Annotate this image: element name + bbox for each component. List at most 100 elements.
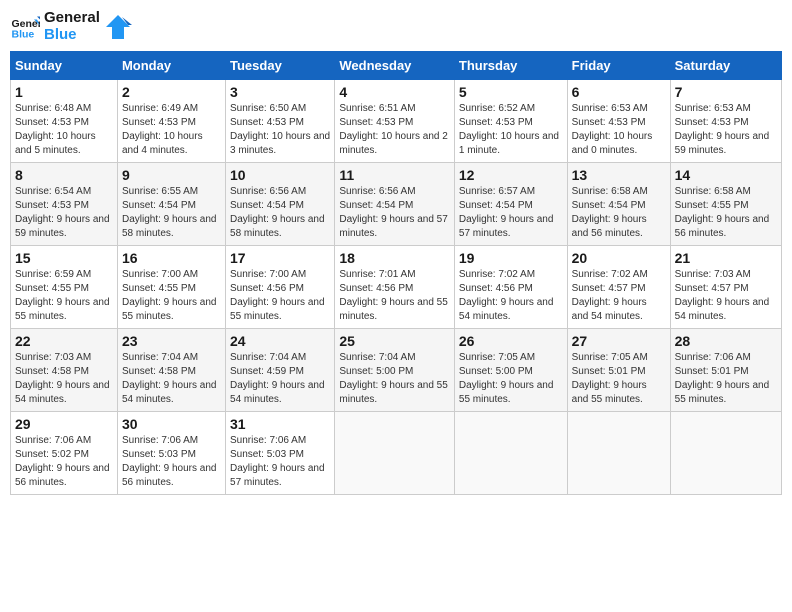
day-number: 15 xyxy=(15,250,113,266)
day-number: 28 xyxy=(675,333,777,349)
day-info: Sunrise: 7:06 AM Sunset: 5:02 PM Dayligh… xyxy=(15,434,113,490)
day-number: 3 xyxy=(230,84,330,100)
day-number: 24 xyxy=(230,333,330,349)
svg-text:Blue: Blue xyxy=(12,28,35,40)
day-number: 29 xyxy=(15,416,113,432)
day-number: 5 xyxy=(459,84,563,100)
day-info: Sunrise: 7:00 AM Sunset: 4:55 PM Dayligh… xyxy=(122,268,221,324)
calendar-body: 1 Sunrise: 6:48 AM Sunset: 4:53 PM Dayli… xyxy=(11,80,782,495)
day-number: 16 xyxy=(122,250,221,266)
day-cell: 5 Sunrise: 6:52 AM Sunset: 4:53 PM Dayli… xyxy=(454,80,567,163)
day-cell: 18 Sunrise: 7:01 AM Sunset: 4:56 PM Dayl… xyxy=(335,246,455,329)
day-number: 8 xyxy=(15,167,113,183)
day-cell xyxy=(454,412,567,495)
day-number: 12 xyxy=(459,167,563,183)
day-info: Sunrise: 6:51 AM Sunset: 4:53 PM Dayligh… xyxy=(339,102,450,158)
day-info: Sunrise: 6:52 AM Sunset: 4:53 PM Dayligh… xyxy=(459,102,563,158)
day-info: Sunrise: 7:06 AM Sunset: 5:03 PM Dayligh… xyxy=(230,434,330,490)
week-row-1: 1 Sunrise: 6:48 AM Sunset: 4:53 PM Dayli… xyxy=(11,80,782,163)
week-row-3: 15 Sunrise: 6:59 AM Sunset: 4:55 PM Dayl… xyxy=(11,246,782,329)
day-info: Sunrise: 7:06 AM Sunset: 5:01 PM Dayligh… xyxy=(675,351,777,407)
day-cell: 21 Sunrise: 7:03 AM Sunset: 4:57 PM Dayl… xyxy=(670,246,781,329)
day-info: Sunrise: 6:53 AM Sunset: 4:53 PM Dayligh… xyxy=(675,102,777,158)
day-number: 20 xyxy=(572,250,666,266)
day-cell: 30 Sunrise: 7:06 AM Sunset: 5:03 PM Dayl… xyxy=(117,412,225,495)
day-cell: 12 Sunrise: 6:57 AM Sunset: 4:54 PM Dayl… xyxy=(454,163,567,246)
day-info: Sunrise: 6:56 AM Sunset: 4:54 PM Dayligh… xyxy=(339,185,450,241)
day-info: Sunrise: 7:04 AM Sunset: 4:58 PM Dayligh… xyxy=(122,351,221,407)
day-number: 25 xyxy=(339,333,450,349)
day-number: 26 xyxy=(459,333,563,349)
day-cell: 28 Sunrise: 7:06 AM Sunset: 5:01 PM Dayl… xyxy=(670,329,781,412)
weekday-header-row: SundayMondayTuesdayWednesdayThursdayFrid… xyxy=(11,52,782,80)
day-info: Sunrise: 7:04 AM Sunset: 5:00 PM Dayligh… xyxy=(339,351,450,407)
logo-arrow-icon xyxy=(104,13,132,41)
day-number: 9 xyxy=(122,167,221,183)
day-number: 14 xyxy=(675,167,777,183)
logo-blue: Blue xyxy=(44,27,100,44)
day-info: Sunrise: 6:58 AM Sunset: 4:55 PM Dayligh… xyxy=(675,185,777,241)
day-info: Sunrise: 7:03 AM Sunset: 4:58 PM Dayligh… xyxy=(15,351,113,407)
day-cell: 13 Sunrise: 6:58 AM Sunset: 4:54 PM Dayl… xyxy=(567,163,670,246)
day-cell: 27 Sunrise: 7:05 AM Sunset: 5:01 PM Dayl… xyxy=(567,329,670,412)
day-cell: 16 Sunrise: 7:00 AM Sunset: 4:55 PM Dayl… xyxy=(117,246,225,329)
day-info: Sunrise: 6:50 AM Sunset: 4:53 PM Dayligh… xyxy=(230,102,330,158)
day-number: 11 xyxy=(339,167,450,183)
day-info: Sunrise: 7:02 AM Sunset: 4:57 PM Dayligh… xyxy=(572,268,666,324)
day-number: 31 xyxy=(230,416,330,432)
day-info: Sunrise: 7:01 AM Sunset: 4:56 PM Dayligh… xyxy=(339,268,450,324)
day-number: 21 xyxy=(675,250,777,266)
day-info: Sunrise: 6:54 AM Sunset: 4:53 PM Dayligh… xyxy=(15,185,113,241)
day-cell xyxy=(670,412,781,495)
day-cell: 29 Sunrise: 7:06 AM Sunset: 5:02 PM Dayl… xyxy=(11,412,118,495)
day-number: 2 xyxy=(122,84,221,100)
day-cell: 4 Sunrise: 6:51 AM Sunset: 4:53 PM Dayli… xyxy=(335,80,455,163)
day-cell: 17 Sunrise: 7:00 AM Sunset: 4:56 PM Dayl… xyxy=(226,246,335,329)
day-number: 30 xyxy=(122,416,221,432)
week-row-2: 8 Sunrise: 6:54 AM Sunset: 4:53 PM Dayli… xyxy=(11,163,782,246)
day-info: Sunrise: 6:49 AM Sunset: 4:53 PM Dayligh… xyxy=(122,102,221,158)
day-number: 7 xyxy=(675,84,777,100)
day-cell: 7 Sunrise: 6:53 AM Sunset: 4:53 PM Dayli… xyxy=(670,80,781,163)
header: General Blue General Blue xyxy=(10,10,782,43)
day-info: Sunrise: 6:57 AM Sunset: 4:54 PM Dayligh… xyxy=(459,185,563,241)
day-cell: 26 Sunrise: 7:05 AM Sunset: 5:00 PM Dayl… xyxy=(454,329,567,412)
day-number: 6 xyxy=(572,84,666,100)
weekday-header-wednesday: Wednesday xyxy=(335,52,455,80)
week-row-5: 29 Sunrise: 7:06 AM Sunset: 5:02 PM Dayl… xyxy=(11,412,782,495)
day-number: 1 xyxy=(15,84,113,100)
day-cell: 24 Sunrise: 7:04 AM Sunset: 4:59 PM Dayl… xyxy=(226,329,335,412)
day-number: 27 xyxy=(572,333,666,349)
day-cell: 14 Sunrise: 6:58 AM Sunset: 4:55 PM Dayl… xyxy=(670,163,781,246)
day-number: 13 xyxy=(572,167,666,183)
day-cell: 15 Sunrise: 6:59 AM Sunset: 4:55 PM Dayl… xyxy=(11,246,118,329)
weekday-header-monday: Monday xyxy=(117,52,225,80)
day-info: Sunrise: 6:53 AM Sunset: 4:53 PM Dayligh… xyxy=(572,102,666,158)
logo: General Blue General Blue xyxy=(10,10,132,43)
week-row-4: 22 Sunrise: 7:03 AM Sunset: 4:58 PM Dayl… xyxy=(11,329,782,412)
day-info: Sunrise: 7:02 AM Sunset: 4:56 PM Dayligh… xyxy=(459,268,563,324)
weekday-header-friday: Friday xyxy=(567,52,670,80)
day-info: Sunrise: 7:03 AM Sunset: 4:57 PM Dayligh… xyxy=(675,268,777,324)
weekday-header-sunday: Sunday xyxy=(11,52,118,80)
day-number: 10 xyxy=(230,167,330,183)
weekday-header-tuesday: Tuesday xyxy=(226,52,335,80)
calendar-table: SundayMondayTuesdayWednesdayThursdayFrid… xyxy=(10,51,782,495)
day-cell: 23 Sunrise: 7:04 AM Sunset: 4:58 PM Dayl… xyxy=(117,329,225,412)
day-cell: 2 Sunrise: 6:49 AM Sunset: 4:53 PM Dayli… xyxy=(117,80,225,163)
day-cell: 8 Sunrise: 6:54 AM Sunset: 4:53 PM Dayli… xyxy=(11,163,118,246)
day-cell: 31 Sunrise: 7:06 AM Sunset: 5:03 PM Dayl… xyxy=(226,412,335,495)
day-cell: 22 Sunrise: 7:03 AM Sunset: 4:58 PM Dayl… xyxy=(11,329,118,412)
day-info: Sunrise: 6:56 AM Sunset: 4:54 PM Dayligh… xyxy=(230,185,330,241)
day-cell: 9 Sunrise: 6:55 AM Sunset: 4:54 PM Dayli… xyxy=(117,163,225,246)
day-info: Sunrise: 6:59 AM Sunset: 4:55 PM Dayligh… xyxy=(15,268,113,324)
day-number: 17 xyxy=(230,250,330,266)
day-cell: 11 Sunrise: 6:56 AM Sunset: 4:54 PM Dayl… xyxy=(335,163,455,246)
logo-icon: General Blue xyxy=(10,12,40,42)
day-cell: 3 Sunrise: 6:50 AM Sunset: 4:53 PM Dayli… xyxy=(226,80,335,163)
day-cell: 1 Sunrise: 6:48 AM Sunset: 4:53 PM Dayli… xyxy=(11,80,118,163)
day-info: Sunrise: 6:48 AM Sunset: 4:53 PM Dayligh… xyxy=(15,102,113,158)
day-cell: 20 Sunrise: 7:02 AM Sunset: 4:57 PM Dayl… xyxy=(567,246,670,329)
day-info: Sunrise: 7:04 AM Sunset: 4:59 PM Dayligh… xyxy=(230,351,330,407)
day-number: 23 xyxy=(122,333,221,349)
